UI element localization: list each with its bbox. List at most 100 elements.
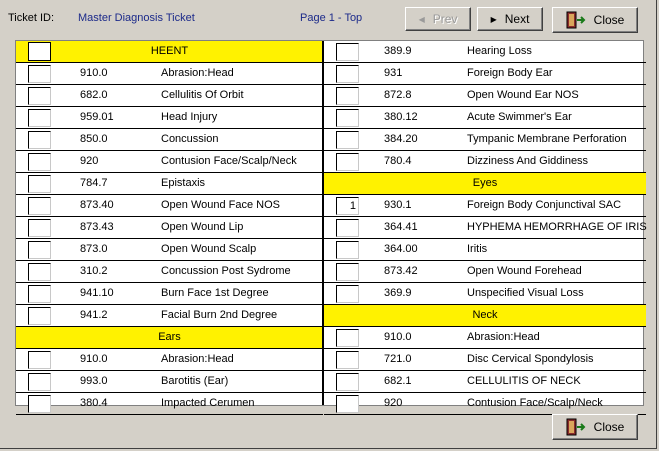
- diagnosis-row: 873.0 Open Wound Scalp: [16, 239, 323, 261]
- quantity-field[interactable]: [336, 285, 359, 303]
- diagnosis-description: Tympanic Membrane Perforation: [467, 133, 627, 145]
- diagnosis-description: Acute Swimmer's Ear: [467, 111, 572, 123]
- quantity-field[interactable]: [336, 109, 359, 127]
- close-button-top[interactable]: Close: [552, 7, 638, 33]
- diagnosis-row: 920 Contusion Face/Scalp/Neck: [324, 393, 646, 415]
- quantity-field[interactable]: [28, 285, 51, 303]
- diagnosis-row: 941.2 Facial Burn 2nd Degree: [16, 305, 323, 327]
- diagnosis-code: 873.42: [384, 265, 418, 277]
- quantity-field[interactable]: [336, 351, 359, 369]
- diagnosis-row: 872.8 Open Wound Ear NOS: [324, 85, 646, 107]
- quantity-field[interactable]: [336, 329, 359, 347]
- quantity-field[interactable]: [28, 131, 51, 149]
- diagnosis-code: 872.8: [384, 89, 412, 101]
- diagnosis-description: Foreign Body Conjunctival SAC: [467, 199, 622, 211]
- diagnosis-description: Unspecified Visual Loss: [467, 287, 584, 299]
- diagnosis-code: 310.2: [80, 265, 108, 277]
- quantity-field[interactable]: [336, 131, 359, 149]
- diagnosis-description: Facial Burn 2nd Degree: [161, 309, 278, 321]
- diagnosis-row: 380.12 Acute Swimmer's Ear: [324, 107, 646, 129]
- left-arrow-icon: ◀: [418, 14, 425, 24]
- diagnosis-code: 850.0: [80, 133, 108, 145]
- diagnosis-code: 364.41: [384, 221, 418, 233]
- diagnosis-description: Hearing Loss: [467, 45, 532, 57]
- quantity-field[interactable]: [336, 43, 359, 61]
- next-button[interactable]: ▶ Next: [477, 7, 543, 31]
- diagnosis-row: 910.0 Abrasion:Head: [16, 63, 323, 85]
- diagnosis-code: 910.0: [384, 331, 412, 343]
- ticket-id-value: Master Diagnosis Ticket: [78, 12, 195, 24]
- quantity-field[interactable]: [28, 65, 51, 83]
- diagnosis-row: 784.7 Epistaxis: [16, 173, 323, 195]
- quantity-field[interactable]: [28, 109, 51, 127]
- quantity-field[interactable]: [336, 87, 359, 105]
- diagnosis-description: Cellulitis Of Orbit: [161, 89, 244, 101]
- diagnosis-code: 380.4: [80, 397, 108, 409]
- diagnosis-description: Abrasion:Head: [161, 67, 234, 79]
- diagnosis-code: 364.00: [384, 243, 418, 255]
- quantity-field[interactable]: [28, 241, 51, 259]
- section-header-row: Ears: [16, 327, 323, 349]
- quantity-field[interactable]: [28, 197, 51, 215]
- diagnosis-row: 873.42 Open Wound Forehead: [324, 261, 646, 283]
- quantity-field[interactable]: [28, 307, 51, 325]
- quantity-field[interactable]: [28, 373, 51, 391]
- diagnosis-row: 721.0 Disc Cervical Spondylosis: [324, 349, 646, 371]
- diagnosis-row: 873.40 Open Wound Face NOS: [16, 195, 323, 217]
- diagnosis-description: Barotitis (Ear): [161, 375, 229, 387]
- diagnosis-code: 930.1: [384, 199, 412, 211]
- right-diagnosis-column: 389.9 Hearing Loss 931 Foreign Body Ear 872.…: [322, 41, 647, 415]
- section-title: Neck: [472, 309, 498, 321]
- diagnosis-description: Open Wound Ear NOS: [467, 89, 579, 101]
- quantity-field[interactable]: [336, 153, 359, 171]
- quantity-field[interactable]: [28, 175, 51, 193]
- diagnosis-row: 364.41 HYPHEMA HEMORRHAGE OF IRIS: [324, 217, 647, 239]
- prev-button[interactable]: ◀ Prev: [405, 7, 471, 31]
- diagnosis-description: Epistaxis: [161, 177, 206, 189]
- diagnosis-row: 941.10 Burn Face 1st Degree: [16, 283, 323, 305]
- quantity-field[interactable]: [28, 351, 51, 369]
- diagnosis-row: 364.00 Iritis: [324, 239, 646, 261]
- diagnosis-row: 850.0 Concussion: [16, 129, 323, 151]
- door-exit-icon: [566, 11, 586, 29]
- diagnosis-row: 384.20 Tympanic Membrane Perforation: [324, 129, 646, 151]
- diagnosis-row: 959.01 Head Injury: [16, 107, 323, 129]
- close-button-bottom[interactable]: Close: [552, 414, 638, 440]
- section-title: HEENT: [150, 45, 189, 57]
- section-checkbox[interactable]: [28, 42, 51, 61]
- quantity-field[interactable]: [28, 153, 51, 171]
- quantity-field[interactable]: [336, 241, 359, 259]
- diagnosis-description: Contusion Face/Scalp/Neck: [161, 155, 297, 167]
- diagnosis-description: CELLULITIS OF NECK: [467, 375, 581, 387]
- diagnosis-row: 682.0 Cellulitis Of Orbit: [16, 85, 323, 107]
- quantity-field[interactable]: [336, 395, 359, 413]
- diagnosis-code: 873.40: [80, 199, 114, 211]
- section-header-row: Eyes: [324, 173, 646, 195]
- diagnosis-row: 780.4 Dizziness And Giddiness: [324, 151, 646, 173]
- diagnosis-code: 873.43: [80, 221, 114, 233]
- diagnosis-code: 780.4: [384, 155, 412, 167]
- quantity-field[interactable]: 1: [336, 197, 359, 215]
- quantity-field[interactable]: [28, 395, 51, 413]
- diagnosis-row: 931 Foreign Body Ear: [324, 63, 646, 85]
- quantity-field[interactable]: [28, 87, 51, 105]
- quantity-field[interactable]: [336, 65, 359, 83]
- diagnosis-row: 389.9 Hearing Loss: [324, 41, 646, 63]
- diagnosis-code: 910.0: [80, 67, 108, 79]
- section-header-row: HEENT: [16, 41, 323, 63]
- left-diagnosis-column: HEENT 910.0 Abrasion:Head 682.0 Cellulitis O…: [16, 41, 323, 415]
- diagnosis-code: 380.12: [384, 111, 418, 123]
- quantity-field[interactable]: [336, 263, 359, 281]
- page-indicator: Page 1 - Top: [300, 12, 363, 24]
- diagnosis-row: 682.1 CELLULITIS OF NECK: [324, 371, 646, 393]
- quantity-field[interactable]: [28, 219, 51, 237]
- quantity-field[interactable]: [28, 263, 51, 281]
- diagnosis-description: Concussion Post Sydrome: [161, 265, 291, 277]
- diagnosis-code: 941.10: [80, 287, 114, 299]
- quantity-field[interactable]: [336, 219, 359, 237]
- diagnosis-description: Foreign Body Ear: [467, 67, 553, 79]
- quantity-field[interactable]: [336, 373, 359, 391]
- diagnosis-code: 682.0: [80, 89, 108, 101]
- diagnosis-row: 380.4 Impacted Cerumen: [16, 393, 323, 415]
- diagnosis-row: 369.9 Unspecified Visual Loss: [324, 283, 646, 305]
